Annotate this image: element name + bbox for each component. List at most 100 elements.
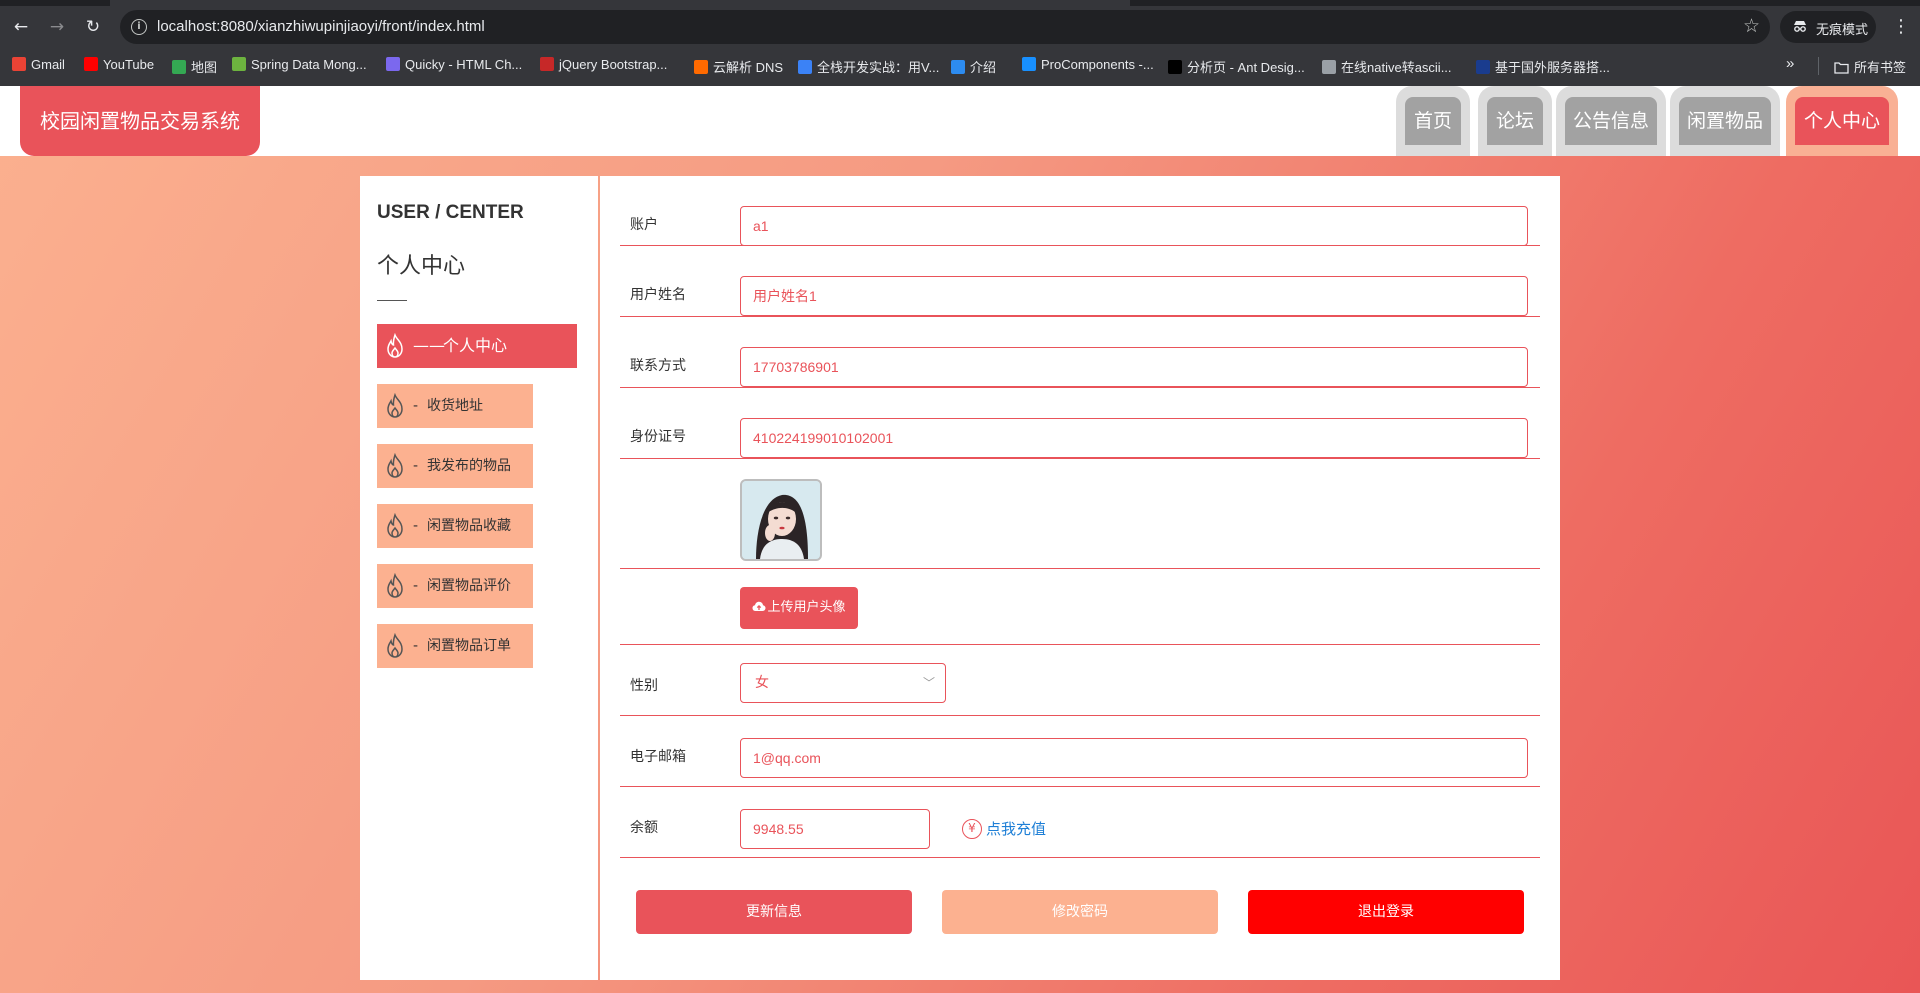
recharge-link[interactable]: ¥ 点我充值 — [962, 809, 1046, 849]
bookmark-item[interactable]: 在线native转ascii... — [1322, 57, 1452, 75]
form-row-phone: 联系方式 17703786901 — [620, 317, 1540, 388]
sidebar-item-label: 闲置物品订单 — [427, 638, 511, 654]
incognito-badge[interactable]: 无痕模式 — [1780, 11, 1876, 43]
nav-personal-center[interactable]: 个人中心 — [1786, 86, 1898, 156]
site-info-icon[interactable]: i — [131, 19, 147, 35]
bookmark-item[interactable]: Spring Data Mong... — [232, 57, 367, 75]
flame-icon — [387, 393, 403, 418]
globe-icon — [1322, 60, 1336, 74]
bookmark-item[interactable]: YouTube — [84, 57, 154, 75]
address-bar[interactable]: i localhost:8080/xianzhiwupinjiaoyi/fron… — [120, 10, 1770, 44]
form-row-id-card: 身份证号 410224199010102001 — [620, 388, 1540, 459]
bookmark-item[interactable]: 分析页 - Ant Desig... — [1168, 57, 1305, 75]
back-icon[interactable]: ← — [10, 16, 32, 38]
sidebar-item-dash: - — [413, 518, 419, 534]
gender-select[interactable]: 女 ﹀ — [740, 663, 946, 703]
nav-forum[interactable]: 论坛 — [1478, 86, 1552, 156]
change-password-button[interactable]: 修改密码 — [942, 890, 1218, 934]
nav-announcements-label[interactable]: 公告信息 — [1565, 97, 1657, 145]
bookmark-item[interactable]: 云解析 DNS — [694, 57, 783, 75]
sidebar-item-label: 个人中心 — [443, 336, 508, 355]
sidebar-item-dash: - — [413, 638, 419, 654]
bookmark-item[interactable]: Quicky - HTML Ch... — [386, 57, 522, 75]
nav-idle-items-label[interactable]: 闲置物品 — [1679, 97, 1771, 145]
bookmark-label: Spring Data Mong... — [251, 57, 367, 72]
bookmark-star-icon[interactable]: ☆ — [1743, 15, 1760, 37]
form-row-balance: 余额 9948.55 ¥ 点我充值 — [620, 787, 1540, 858]
form-row-account: 账户 a1 — [620, 176, 1540, 246]
account-label: 账户 — [630, 217, 658, 233]
nav-personal-center-label[interactable]: 个人中心 — [1795, 97, 1889, 145]
active-tab[interactable] — [110, 0, 1130, 6]
id-card-input[interactable]: 410224199010102001 — [740, 418, 1528, 458]
nav-home[interactable]: 首页 — [1396, 86, 1470, 156]
more-bookmarks-icon[interactable]: » — [1786, 55, 1794, 72]
nav-forum-label[interactable]: 论坛 — [1487, 97, 1543, 145]
bookmark-label: Gmail — [31, 57, 65, 72]
form-row-email: 电子邮箱 1@qq.com — [620, 716, 1540, 787]
logout-button[interactable]: 退出登录 — [1248, 890, 1524, 934]
youtube-icon — [84, 57, 98, 71]
sidebar-title-en: USER / CENTER — [377, 202, 524, 223]
bookmark-item[interactable]: 地图 — [172, 57, 217, 75]
sidebar-item-label: 收货地址 — [427, 398, 483, 414]
bookmark-label: 基于国外服务器搭... — [1495, 60, 1610, 75]
bookmark-item[interactable]: Gmail — [12, 57, 65, 75]
nav-home-label[interactable]: 首页 — [1405, 97, 1461, 145]
upload-avatar-button[interactable]: 上传用户头像 — [740, 587, 858, 629]
bookmark-label: 在线native转ascii... — [1341, 60, 1452, 75]
user-center-sidebar: USER / CENTER 个人中心 —— 个人中心 - 收货地址 - 我发布的… — [360, 176, 598, 980]
gmail-icon — [12, 57, 26, 71]
bookmarks-divider — [1818, 57, 1819, 75]
browser-menu-icon[interactable]: ⋮ — [1892, 16, 1910, 37]
nav-idle-items[interactable]: 闲置物品 — [1670, 86, 1780, 156]
forward-icon[interactable]: → — [46, 16, 68, 38]
bookmark-label: Quicky - HTML Ch... — [405, 57, 523, 72]
flame-icon — [387, 453, 403, 478]
name-input[interactable]: 用户姓名1 — [740, 276, 1528, 316]
bookmark-item[interactable]: ProComponents -... — [1022, 57, 1154, 75]
bookmark-label: 云解析 DNS — [713, 60, 784, 75]
globe-blue-icon — [951, 60, 965, 74]
site-logo[interactable]: 校园闲置物品交易系统 — [20, 86, 260, 156]
bookmark-item[interactable]: 介绍 — [951, 57, 996, 75]
aliyun-icon — [694, 60, 708, 74]
phone-label: 联系方式 — [630, 358, 686, 374]
bookmark-item[interactable]: 全栈开发实战：用V... — [798, 57, 939, 75]
spring-icon — [232, 57, 246, 71]
yen-icon: ¥ — [962, 819, 982, 839]
sidebar-item-reviews[interactable]: - 闲置物品评价 — [377, 564, 533, 608]
quicky-icon — [386, 57, 400, 71]
name-label: 用户姓名 — [630, 287, 686, 303]
bookmark-item[interactable]: 基于国外服务器搭... — [1476, 57, 1610, 75]
sidebar-item-personal-center[interactable]: —— 个人中心 — [377, 324, 577, 368]
sidebar-item-shipping-address[interactable]: - 收货地址 — [377, 384, 533, 428]
avatar-portrait-icon — [742, 481, 820, 559]
sidebar-item-orders[interactable]: - 闲置物品订单 — [377, 624, 533, 668]
form-row-avatar — [620, 459, 1540, 569]
form-row-upload: 上传用户头像 — [620, 569, 1540, 645]
form-row-gender: 性别 女 ﹀ — [620, 645, 1540, 716]
sidebar-item-dash: - — [413, 398, 419, 414]
update-info-button[interactable]: 更新信息 — [636, 890, 912, 934]
email-label: 电子邮箱 — [630, 749, 686, 765]
bookmarks-bar: » 所有书签 Gmail YouTube 地图 Spring Data Mong...… — [0, 53, 1920, 79]
phone-input[interactable]: 17703786901 — [740, 347, 1528, 387]
reload-icon[interactable]: ↻ — [82, 16, 104, 38]
url-text[interactable]: localhost:8080/xianzhiwupinjiaoyi/front/… — [157, 18, 485, 35]
sidebar-item-label: 闲置物品收藏 — [427, 518, 511, 534]
incognito-label: 无痕模式 — [1816, 22, 1869, 37]
id-card-label: 身份证号 — [630, 429, 686, 445]
all-bookmarks[interactable]: 所有书签 — [1834, 57, 1906, 75]
bookmark-label: 介绍 — [970, 60, 997, 75]
email-input[interactable]: 1@qq.com — [740, 738, 1528, 778]
account-input[interactable]: a1 — [740, 206, 1528, 246]
flame-icon — [387, 513, 403, 538]
gender-value: 女 — [755, 675, 769, 691]
nav-announcements[interactable]: 公告信息 — [1556, 86, 1666, 156]
sidebar-item-favorites[interactable]: - 闲置物品收藏 — [377, 504, 533, 548]
maps-icon — [172, 60, 186, 74]
sidebar-item-my-items[interactable]: - 我发布的物品 — [377, 444, 533, 488]
balance-input[interactable]: 9948.55 — [740, 809, 930, 849]
bookmark-item[interactable]: jQuery Bootstrap... — [540, 57, 667, 75]
